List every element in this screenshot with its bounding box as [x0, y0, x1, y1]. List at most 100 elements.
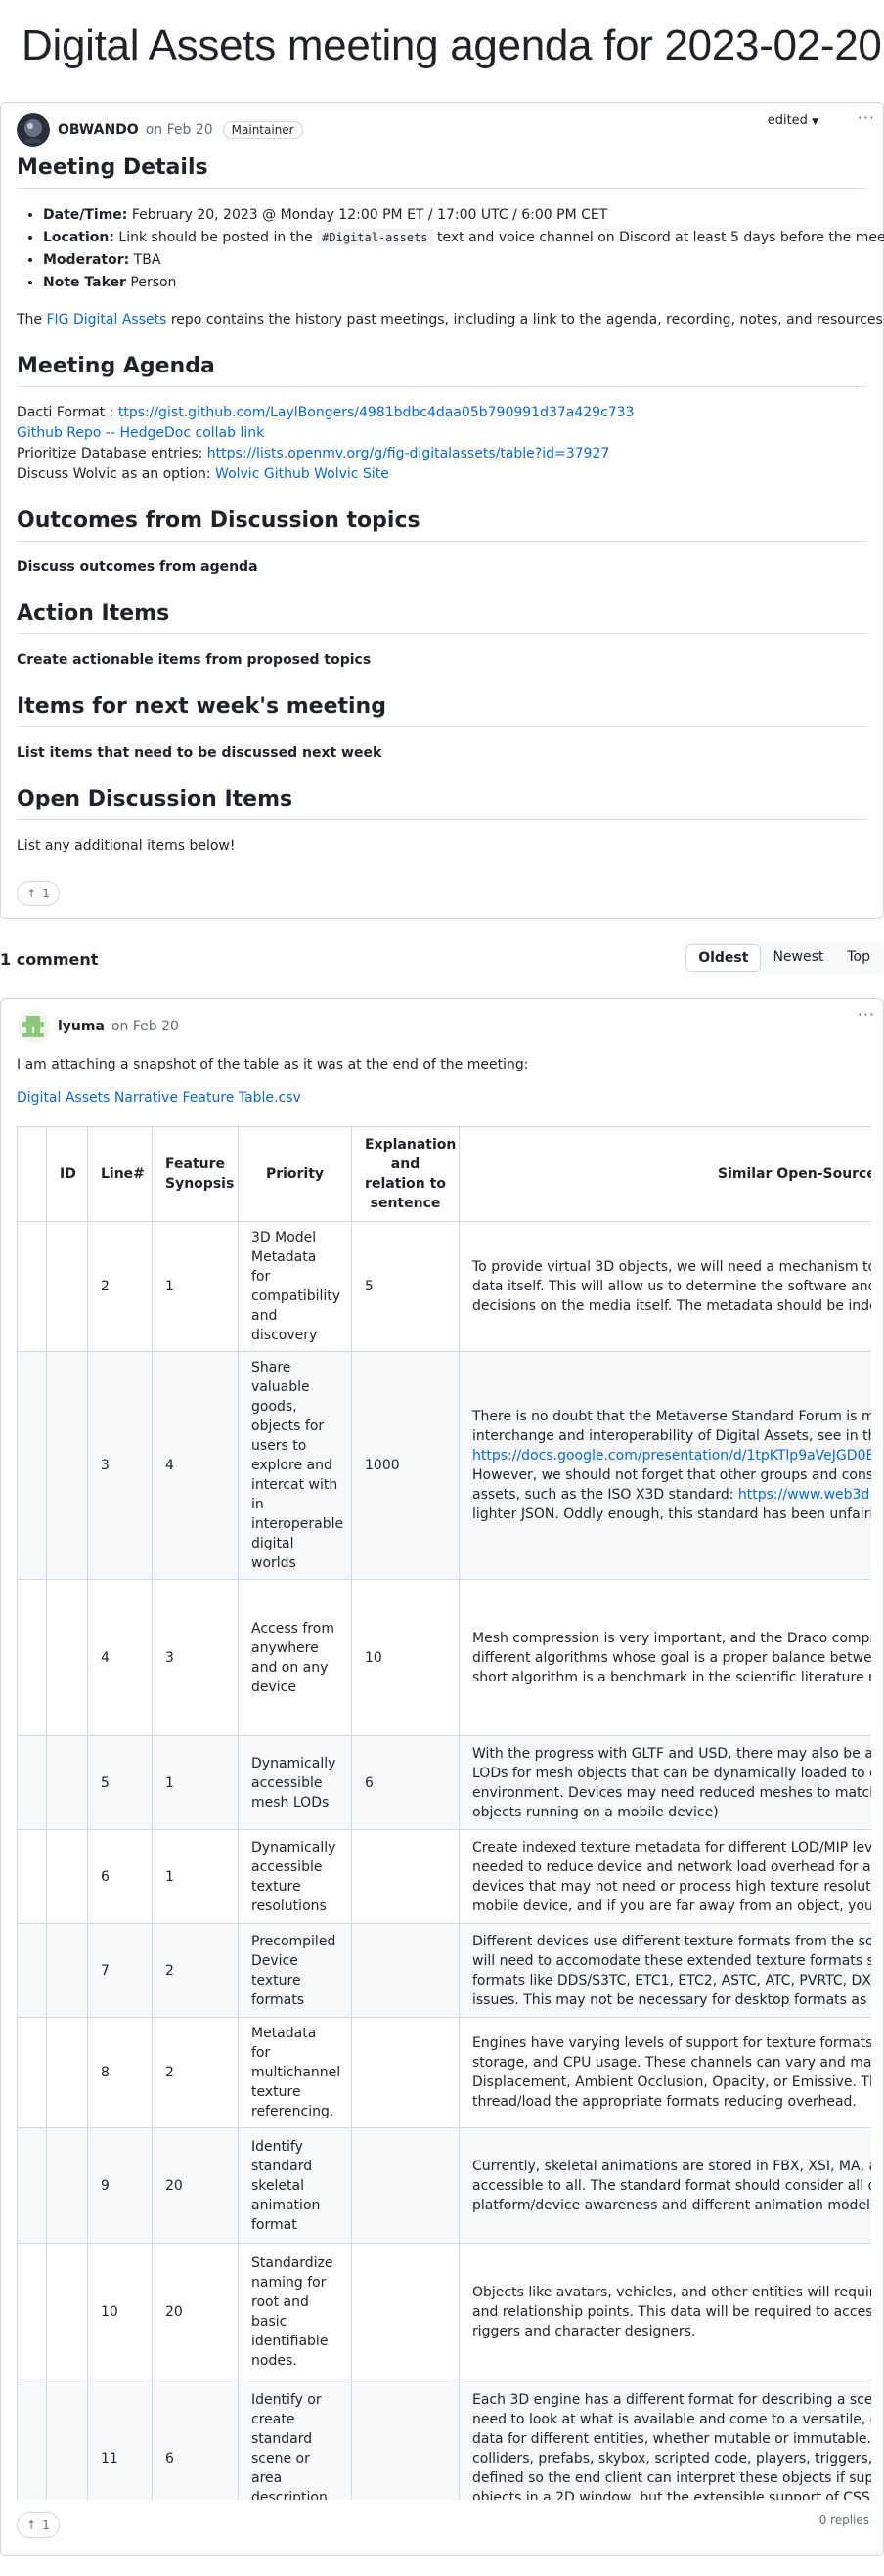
- cell-synopsis: 1: [152, 1221, 239, 1352]
- agenda-dacti: Dacti Format : ttps://gist.github.com/La…: [17, 403, 867, 423]
- table-row: 3 4 Share valuable goods, objects for user…: [17, 1351, 871, 1580]
- cell-line: 8: [87, 2017, 153, 2128]
- history-pre: The: [17, 312, 47, 327]
- similar-text-line: With the progress with GLTF and USD, the…: [472, 1745, 871, 1762]
- cell-line: 9: [87, 2127, 153, 2244]
- table-row: 2 1 3D Model Metadata for compatibility an…: [17, 1221, 871, 1352]
- similar-text-line: objects in a 2D window, but the extensib…: [472, 2489, 871, 2501]
- similar-text-line: Create indexed texture metadata for diff…: [472, 1839, 871, 1856]
- sort-top-button[interactable]: Top: [835, 944, 882, 972]
- wolvic-label: Discuss Wolvic as an option:: [17, 466, 216, 482]
- col-header-blank: [17, 1126, 47, 1222]
- cell-line: 4: [87, 1579, 153, 1736]
- detail-datetime: Date/Time: February 20, 2023 @ Monday 12…: [43, 204, 867, 227]
- cell-id: [46, 1579, 88, 1736]
- commenter-avatar[interactable]: [17, 1010, 50, 1043]
- author-avatar[interactable]: [17, 113, 50, 147]
- similar-text-line: need to look at what is available and co…: [472, 2411, 871, 2427]
- cell-synopsis: 1: [152, 1735, 239, 1830]
- cell-priority: Precompiled Device texture formats: [238, 1923, 352, 2018]
- similar-text-line[interactable]: https://docs.google.com/presentation/d/1…: [472, 1446, 871, 1465]
- cell-line: 10: [87, 2243, 153, 2380]
- cell-id: [46, 2243, 88, 2380]
- similar-text-line: needed to reduce device and network load…: [472, 1858, 871, 1875]
- cell-blank: [17, 1829, 47, 1924]
- col-header-line: Line#: [87, 1126, 153, 1222]
- similar-text-line: formats like DDS/S3TC, ETC1, ETC2, ASTC,…: [472, 1972, 871, 1988]
- cell-id: [46, 2127, 88, 2244]
- similar-text-line: different algorithms whose goal is a pro…: [472, 1649, 871, 1666]
- cell-synopsis: 4: [152, 1351, 239, 1580]
- sort-newest-button[interactable]: Newest: [761, 944, 835, 972]
- edited-dropdown[interactable]: edited ▼: [768, 113, 818, 128]
- post-author-link[interactable]: OBWANDO: [58, 122, 139, 138]
- similar-text-line: objects running on a mobile device): [472, 1804, 719, 1820]
- prioritize-table-link[interactable]: https://lists.openmv.org/g/fig-digitalas…: [207, 446, 609, 461]
- cell-synopsis: 2: [152, 2017, 239, 2128]
- post-options-kebab-icon[interactable]: ···: [858, 109, 875, 127]
- comment-author-link[interactable]: lyuma: [58, 1019, 105, 1034]
- similar-text-line: storage, and CPU usage. These channels c…: [472, 2055, 871, 2071]
- similar-text-line: data for different entities, whether mut…: [472, 2430, 871, 2447]
- similar-text-line: issues. This may not be necessary for de…: [472, 1991, 871, 2008]
- cell-similar: Engines have varying levels of support f…: [459, 2017, 871, 2128]
- comment-date-link[interactable]: on Feb 20: [111, 1019, 179, 1034]
- cell-similar: Mesh compression is very important, and …: [459, 1579, 871, 1736]
- cell-id: [46, 1923, 88, 2018]
- fig-digital-assets-link[interactable]: FIG Digital Assets: [47, 312, 167, 327]
- table-row: 7 2 Precompiled Device texture formats Diff…: [17, 1923, 871, 2018]
- cell-similar: There is no doubt that the Metaverse Sta…: [459, 1351, 871, 1580]
- comment-options-kebab-icon[interactable]: ···: [858, 1005, 875, 1024]
- similar-text-line: thread/load the appropriate formats redu…: [472, 2094, 857, 2110]
- heading-outcomes: Outcomes from Discussion topics: [17, 508, 867, 542]
- heading-open-discussion: Open Discussion Items: [17, 787, 867, 820]
- cell-id: [46, 1829, 88, 1924]
- cell-synopsis: 20: [152, 2127, 239, 2244]
- dacti-gist-link[interactable]: ttps://gist.github.com/LaylBongers/4981b…: [118, 405, 635, 420]
- wolvic-links[interactable]: Wolvic Github Wolvic Site: [215, 466, 389, 482]
- table-row: 11 6 Identify or create standard scene or …: [17, 2380, 871, 2501]
- cell-blank: [17, 1579, 47, 1736]
- similar-text-line: LODs for mesh objects that can be dynami…: [472, 1765, 871, 1781]
- cell-blank: [17, 2017, 47, 2128]
- comment: lyuma on Feb 20 ··· I am attaching a sna…: [0, 998, 884, 2556]
- similar-text-line: data itself. This will allow us to deter…: [472, 1279, 871, 1294]
- heading-meeting-details: Meeting Details: [17, 155, 867, 189]
- cell-blank: [17, 1221, 47, 1352]
- similar-text-line: To provide virtual 3D objects, we will n…: [472, 1259, 871, 1275]
- cell-blank: [17, 1351, 47, 1580]
- feature-table-scroll[interactable]: ID Line# Feature Synopsis Priority Expla…: [17, 1126, 871, 2500]
- dacti-label: Dacti Format :: [17, 405, 118, 420]
- col-header-priority: Priority: [238, 1126, 352, 1222]
- datetime-value: February 20, 2023 @ Monday 12:00 PM ET /…: [127, 207, 608, 223]
- location-text-post: text and voice channel on Discord at lea…: [432, 230, 884, 245]
- post-date-link[interactable]: on Feb 20: [146, 122, 213, 138]
- sort-oldest-button[interactable]: Oldest: [685, 944, 762, 972]
- cell-id: [46, 2380, 88, 2500]
- comment-intro: I am attaching a snapshot of the table a…: [17, 1057, 529, 1072]
- similar-text-line: will need to accomodate these extended t…: [472, 1952, 871, 1969]
- cell-priority: 3D Model Metadata for compatibility and …: [238, 1221, 352, 1352]
- csv-attachment-link[interactable]: Digital Assets Narrative Feature Table.c…: [17, 1090, 301, 1106]
- cell-similar: With the progress with GLTF and USD, the…: [459, 1735, 871, 1830]
- similar-text-line: mobile device, and if you are far away f…: [472, 1898, 871, 1914]
- table-header-row: ID Line# Feature Synopsis Priority Expla…: [17, 1126, 871, 1222]
- open-items-text: List any additional items below!: [17, 838, 236, 853]
- cell-synopsis: 20: [152, 2243, 239, 2380]
- location-text-pre: Link should be posted in the: [113, 230, 318, 245]
- web3d-link[interactable]: https://www.web3d.org: [738, 1487, 871, 1503]
- notetaker-label: Note Taker: [43, 275, 126, 290]
- comment-upvote-button[interactable]: ↑ 1: [17, 2512, 60, 2538]
- chevron-down-icon: ▼: [812, 117, 818, 127]
- hedgedoc-repo-link[interactable]: Github Repo -- HedgeDoc collab link: [17, 425, 264, 441]
- comments-header: 1 comment Oldest Newest Top: [0, 942, 884, 976]
- cell-explanation: [351, 1923, 460, 2018]
- similar-text-line: platform/device awareness and different …: [472, 2197, 871, 2213]
- table-row: 4 3 Access from anywhere and on any device…: [17, 1579, 871, 1736]
- similar-text-line: Objects like avatars, vehicles, and othe…: [472, 2284, 871, 2300]
- similar-text-line: Each 3D engine has a different format fo…: [472, 2391, 871, 2408]
- cell-synopsis: 3: [152, 1579, 239, 1736]
- post-upvote-button[interactable]: ↑ 1: [17, 881, 60, 906]
- table-row: 9 20 Identify standard skeletal animation …: [17, 2127, 871, 2244]
- notetaker-value: Person: [125, 275, 177, 290]
